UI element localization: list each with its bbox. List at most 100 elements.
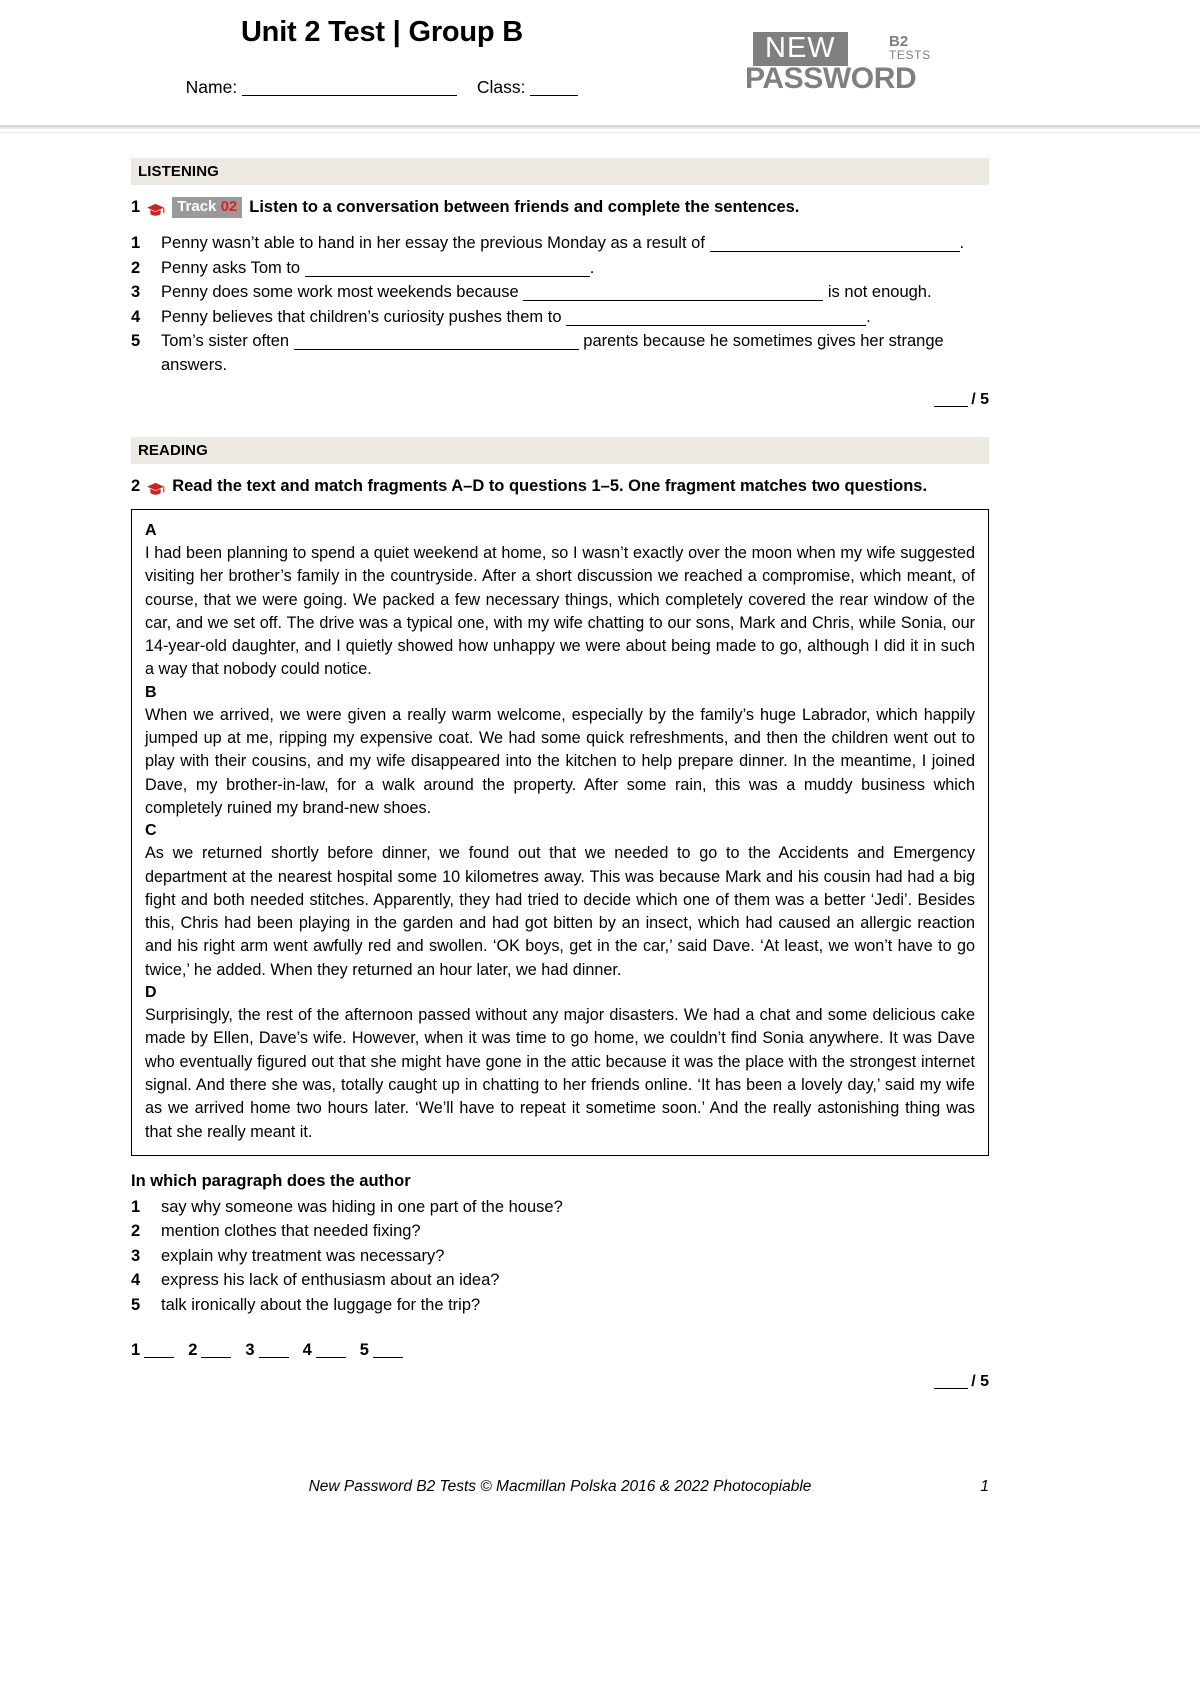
reading-answer-slots: 1 2 3 4 5 (131, 1339, 989, 1361)
listening-task-instruction: 1 Track 02 Listen to a conversation betw… (131, 197, 989, 218)
logo-new-text: NEW (753, 32, 848, 66)
answer-blank[interactable] (523, 300, 824, 301)
answer-slot-1[interactable] (144, 1357, 175, 1359)
listening-task-number: 1 (131, 198, 141, 216)
question-text: say why someone was hiding in one part o… (161, 1197, 563, 1216)
question-pre-text: Penny believes that children’s curiosity… (161, 307, 562, 326)
answer-blank[interactable] (709, 251, 960, 252)
logo-level-text: B2 (889, 33, 909, 50)
paragraph-label: D (145, 984, 157, 1002)
listening-question-2: 2 Penny asks Tom to . (131, 257, 989, 281)
question-post-text: . (959, 234, 965, 252)
header-divider (0, 125, 1200, 129)
question-number: 5 (131, 1295, 141, 1314)
question-text: Penny asks Tom to . (161, 257, 989, 281)
listening-question-4: 4 Penny believes that children’s curiosi… (131, 306, 989, 330)
question-post-text: . (866, 307, 871, 326)
answer-slot-3[interactable] (258, 1357, 289, 1359)
paragraph-body: I had been planning to spend a quiet wee… (145, 544, 975, 679)
question-text: Penny does some work most weekends becau… (161, 281, 989, 305)
brand-logo: NEW PASSWORD B2 TESTS (745, 30, 945, 100)
question-pre-text: Tom’s sister often (161, 332, 290, 350)
page-title: Unit 2 Test | Group B (240, 16, 524, 48)
question-post-text: . (589, 258, 595, 277)
question-text: express his lack of enthusiasm about an … (161, 1271, 500, 1290)
answer-slot-4[interactable] (315, 1357, 346, 1359)
reading-score: / 5 (131, 1373, 989, 1391)
paragraph-body: As we returned shortly before dinner, we… (145, 844, 975, 979)
question-number: 3 (131, 1246, 141, 1265)
paragraph-body: When we arrived, we were given a really … (145, 705, 975, 817)
question-pre-text: Penny does some work most weekends becau… (161, 283, 519, 301)
score-total: / 5 (971, 1373, 989, 1391)
logo-password-text: PASSWORD (745, 62, 917, 95)
reading-paragraph-a: A I had been planning to spend a quiet w… (145, 520, 975, 682)
question-number: 5 (131, 332, 141, 350)
reading-question-3: 3 explain why treatment was necessary? (131, 1245, 989, 1269)
reading-paragraph-b: B When we arrived, we were given a reall… (145, 682, 975, 820)
question-text: Tom’s sister often parents because he so… (161, 330, 989, 377)
track-number: 02 (220, 198, 238, 215)
score-total: / 5 (971, 391, 989, 408)
question-number: 2 (131, 1222, 141, 1241)
footer-copyright: New Password B2 Tests © Macmillan Polska… (308, 1478, 812, 1495)
graduation-hat-icon (146, 481, 165, 495)
question-text: explain why treatment was necessary? (161, 1246, 445, 1265)
question-post-text: is not enough. (827, 283, 932, 301)
answer-slot-2[interactable] (201, 1357, 232, 1359)
graduation-hat-icon (146, 202, 165, 216)
score-blank[interactable] (934, 1388, 969, 1390)
question-number: 4 (131, 307, 141, 326)
reading-instruction-text: Read the text and match fragments A–D to… (172, 477, 928, 495)
section-header-reading: READING (131, 437, 989, 464)
name-label: Name: (185, 77, 238, 97)
reading-paragraph-d: D Surprisingly, the rest of the afternoo… (145, 982, 975, 1144)
question-text: talk ironically about the luggage for th… (161, 1295, 481, 1314)
answer-slot-label-1: 1 (131, 1341, 141, 1360)
reading-questions-subheading: In which paragraph does the author (131, 1171, 411, 1190)
answer-slot-5[interactable] (372, 1357, 403, 1359)
answer-slot-label-2: 2 (188, 1341, 198, 1360)
reading-task-instruction: 2 Read the text and match fragments A–D … (131, 476, 989, 497)
student-info-line: Name: Class: (24, 76, 740, 98)
track-word: Track (177, 198, 217, 215)
title-block: Unit 2 Test | Group B Name: Class: (0, 14, 740, 98)
page-content: LISTENING 1 Track 02 Listen to a convers… (131, 158, 989, 1391)
name-field[interactable] (242, 95, 458, 96)
paragraph-label: A (145, 522, 157, 539)
listening-question-5: 5 Tom’s sister often parents because he … (131, 330, 989, 377)
reading-text-box: A I had been planning to spend a quiet w… (131, 509, 989, 1156)
class-field[interactable] (530, 95, 579, 96)
question-text: Penny believes that children’s curiosity… (161, 306, 989, 330)
test-page: Unit 2 Test | Group B Name: Class: NEW P… (0, 0, 1200, 1697)
reading-question-1: 1 say why someone was hiding in one part… (131, 1196, 989, 1220)
class-label: Class: (476, 77, 526, 97)
listening-question-3: 3 Penny does some work most weekends bec… (131, 281, 989, 305)
question-number: 1 (131, 234, 141, 252)
answer-blank[interactable] (566, 324, 867, 326)
question-number: 4 (131, 1271, 141, 1290)
question-number: 1 (131, 1197, 141, 1216)
answer-blank[interactable] (293, 349, 579, 350)
answer-slot-label-5: 5 (359, 1341, 369, 1360)
answer-slot-label-4: 4 (302, 1341, 312, 1360)
question-number: 3 (131, 283, 141, 301)
listening-question-1: 1 Penny wasn’t able to hand in her essay… (131, 232, 989, 256)
paragraph-label: C (145, 822, 157, 840)
score-blank[interactable] (934, 406, 969, 407)
question-text: mention clothes that needed fixing? (161, 1222, 421, 1241)
listening-instruction-text: Listen to a conversation between friends… (249, 198, 800, 216)
section-header-listening: LISTENING (131, 158, 989, 185)
page-footer: New Password B2 Tests © Macmillan Polska… (131, 1478, 989, 1496)
question-pre-text: Penny wasn’t able to hand in her essay t… (161, 234, 705, 252)
listening-score: / 5 (131, 391, 989, 409)
answer-slot-label-3: 3 (245, 1341, 255, 1360)
reading-question-4: 4 express his lack of enthusiasm about a… (131, 1269, 989, 1293)
reading-paragraph-c: C As we returned shortly before dinner, … (145, 820, 975, 982)
page-number: 1 (980, 1478, 989, 1495)
question-pre-text: Penny asks Tom to (161, 258, 301, 277)
page-header: Unit 2 Test | Group B Name: Class: NEW P… (0, 0, 1200, 133)
header-divider-secondary (0, 132, 1200, 133)
reading-question-2: 2 mention clothes that needed fixing? (131, 1220, 989, 1244)
answer-blank[interactable] (304, 275, 590, 277)
